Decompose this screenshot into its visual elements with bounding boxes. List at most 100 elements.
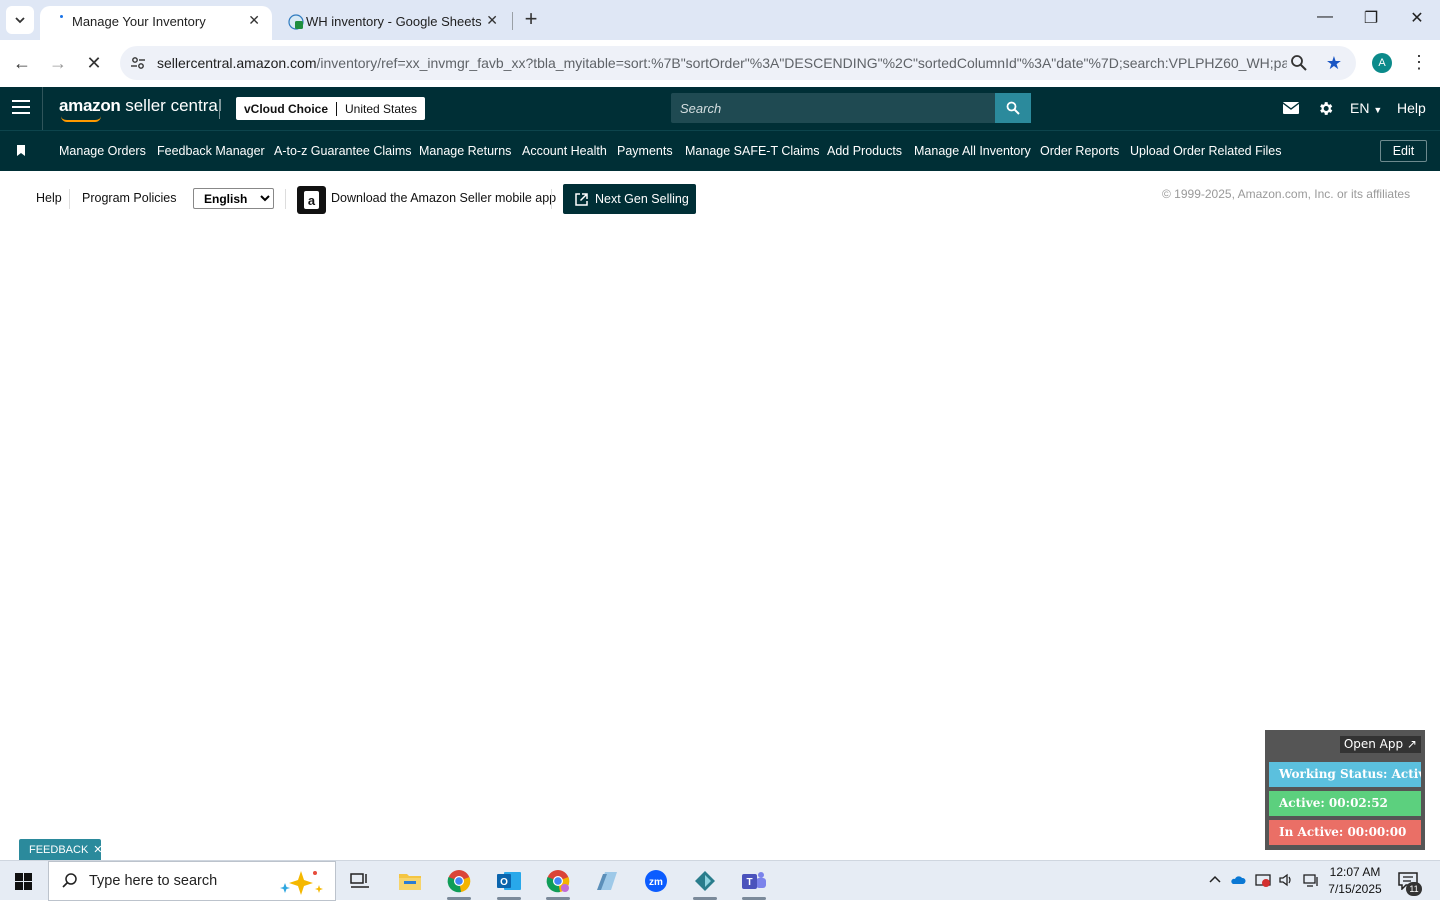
clock-date: 7/15/2025: [1328, 882, 1382, 896]
nav-safe-t-claims[interactable]: Manage SAFE-T Claims: [685, 144, 820, 158]
profile-avatar[interactable]: A: [1372, 53, 1392, 73]
marketplace-name: United States: [345, 101, 418, 116]
tab-search-button[interactable]: [6, 6, 34, 34]
seller-central-logo[interactable]: amazon seller central: [59, 96, 222, 122]
tab-manage-inventory[interactable]: Manage Your Inventory ✕: [40, 6, 272, 40]
hamburger-menu-icon[interactable]: [12, 100, 30, 116]
footer-links-bar: Help Program Policies English a Download…: [0, 171, 1440, 231]
nav-payments[interactable]: Payments: [617, 144, 673, 158]
seller-nav-bar: Manage Orders Feedback Manager A-to-z Gu…: [0, 130, 1440, 171]
taskbar-search-box[interactable]: Type here to search: [48, 861, 336, 901]
close-icon[interactable]: ✕: [248, 12, 260, 29]
amazon-a-icon: a: [304, 191, 319, 209]
seller-central-header: amazon seller central vCloud Choice Unit…: [0, 87, 1440, 130]
account-switcher[interactable]: vCloud Choice United States: [236, 97, 426, 120]
bookmark-icon[interactable]: [17, 145, 25, 156]
feedback-label: FEEDBACK: [29, 843, 89, 856]
zoom-icon[interactable]: [1290, 54, 1308, 72]
chrome-logo-icon: [447, 870, 471, 893]
outlook-icon[interactable]: O: [489, 865, 529, 900]
svg-text:T: T: [746, 877, 752, 888]
caret-down-icon: ▼: [1373, 105, 1383, 115]
copyright-text: © 1999-2025, Amazon.com, Inc. or its aff…: [1162, 187, 1411, 201]
diamond-logo-icon: [695, 871, 715, 891]
security-icon[interactable]: [1255, 872, 1271, 888]
language-select[interactable]: English: [193, 188, 274, 209]
url-text[interactable]: sellercentral.amazon.com/inventory/ref=x…: [157, 55, 1287, 71]
task-view-icon[interactable]: [340, 865, 380, 897]
close-window-button[interactable]: ✕: [1402, 8, 1432, 28]
header-divider: [42, 87, 43, 130]
search-input[interactable]: [671, 93, 995, 123]
browser-tabstrip: Manage Your Inventory ✕ WH inventory - G…: [0, 0, 1440, 40]
zoom-app-icon[interactable]: zm: [636, 865, 676, 897]
svg-text:zm: zm: [649, 877, 663, 888]
download-app-link[interactable]: Download the Amazon Seller mobile app: [331, 191, 556, 205]
file-explorer-icon[interactable]: [390, 865, 430, 897]
nav-a-to-z-claims[interactable]: A-to-z Guarantee Claims: [274, 144, 412, 158]
url-path: /inventory/ref=xx_invmgr_favb_xx?tbla_my…: [316, 55, 1287, 71]
external-link-icon: [575, 192, 588, 206]
nav-manage-all-inventory[interactable]: Manage All Inventory: [914, 144, 1031, 158]
url-host: sellercentral.amazon.com: [157, 55, 317, 71]
loading-icon: [60, 15, 63, 18]
minimize-button[interactable]: —: [1310, 8, 1340, 26]
store-name: vCloud Choice: [236, 101, 338, 116]
forward-button[interactable]: →: [46, 51, 70, 75]
language-selector[interactable]: EN ▼: [1350, 100, 1382, 116]
teams-icon[interactable]: T: [734, 865, 774, 900]
logo-divider: [219, 99, 220, 119]
logo-amazon-text: amazon: [59, 96, 121, 115]
search-button[interactable]: [995, 93, 1031, 123]
search-icon: [62, 873, 77, 888]
footer-divider: [551, 189, 552, 209]
working-status: Working Status: Active: [1269, 762, 1421, 787]
amazon-app-icon[interactable]: a: [297, 186, 326, 214]
close-icon[interactable]: ✕: [93, 843, 102, 856]
restore-button[interactable]: ❐: [1356, 8, 1386, 28]
nav-add-products[interactable]: Add Products: [827, 144, 902, 158]
back-button[interactable]: ←: [10, 51, 34, 75]
site-settings-icon[interactable]: [130, 55, 146, 71]
search-icon: [1006, 101, 1020, 115]
chevron-up-icon[interactable]: [1207, 872, 1223, 888]
onedrive-icon[interactable]: [1230, 872, 1246, 888]
nav-manage-orders[interactable]: Manage Orders: [59, 144, 146, 158]
stop-loading-button[interactable]: ✕: [82, 51, 106, 75]
speaker-icon[interactable]: [1278, 872, 1294, 888]
chrome-profile-icon[interactable]: [538, 865, 578, 900]
notepad-app-icon[interactable]: [587, 865, 627, 897]
tab-wh-inventory[interactable]: WH inventory - Google Sheets ✕: [274, 6, 510, 40]
gear-icon[interactable]: [1317, 100, 1334, 117]
windows-start-icon[interactable]: [15, 873, 32, 890]
close-icon[interactable]: ✕: [486, 12, 498, 29]
time-tracker-widget: Open App ↗ Working Status: Active Active…: [1265, 730, 1425, 850]
program-policies-link[interactable]: Program Policies: [82, 191, 176, 205]
bookmark-star-icon[interactable]: ★: [1326, 53, 1342, 74]
nav-feedback-manager[interactable]: Feedback Manager: [157, 144, 265, 158]
zoom-logo-icon: zm: [645, 870, 667, 892]
mail-icon[interactable]: [1283, 102, 1299, 114]
new-tab-button[interactable]: +: [520, 8, 542, 30]
edit-nav-button[interactable]: Edit: [1380, 140, 1427, 162]
copilot-sparkle-icon: [280, 871, 323, 895]
network-icon[interactable]: [1303, 872, 1319, 888]
taskbar-search-placeholder: Type here to search: [89, 873, 218, 889]
nav-upload-order-files[interactable]: Upload Order Related Files: [1130, 144, 1281, 158]
nav-manage-returns[interactable]: Manage Returns: [419, 144, 511, 158]
feedback-tab[interactable]: FEEDBACK ✕: [19, 839, 103, 860]
taskbar-clock[interactable]: 12:07 AM 7/15/2025: [1326, 864, 1384, 898]
address-bar[interactable]: sellercentral.amazon.com/inventory/ref=x…: [120, 46, 1356, 80]
nav-account-health[interactable]: Account Health: [522, 144, 607, 158]
browser-menu-icon[interactable]: ⋮: [1410, 52, 1428, 73]
next-gen-label: Next Gen Selling: [595, 192, 689, 206]
vpn-app-icon[interactable]: [685, 865, 725, 900]
notepad-glyph-icon: [597, 872, 617, 890]
tab-title: Manage Your Inventory: [72, 14, 206, 29]
next-gen-selling-button[interactable]: Next Gen Selling: [563, 184, 696, 214]
chrome-icon[interactable]: [439, 865, 479, 900]
help-footer-link[interactable]: Help: [36, 191, 62, 205]
open-app-button[interactable]: Open App ↗: [1339, 736, 1421, 753]
help-link[interactable]: Help: [1397, 100, 1426, 116]
nav-order-reports[interactable]: Order Reports: [1040, 144, 1119, 158]
